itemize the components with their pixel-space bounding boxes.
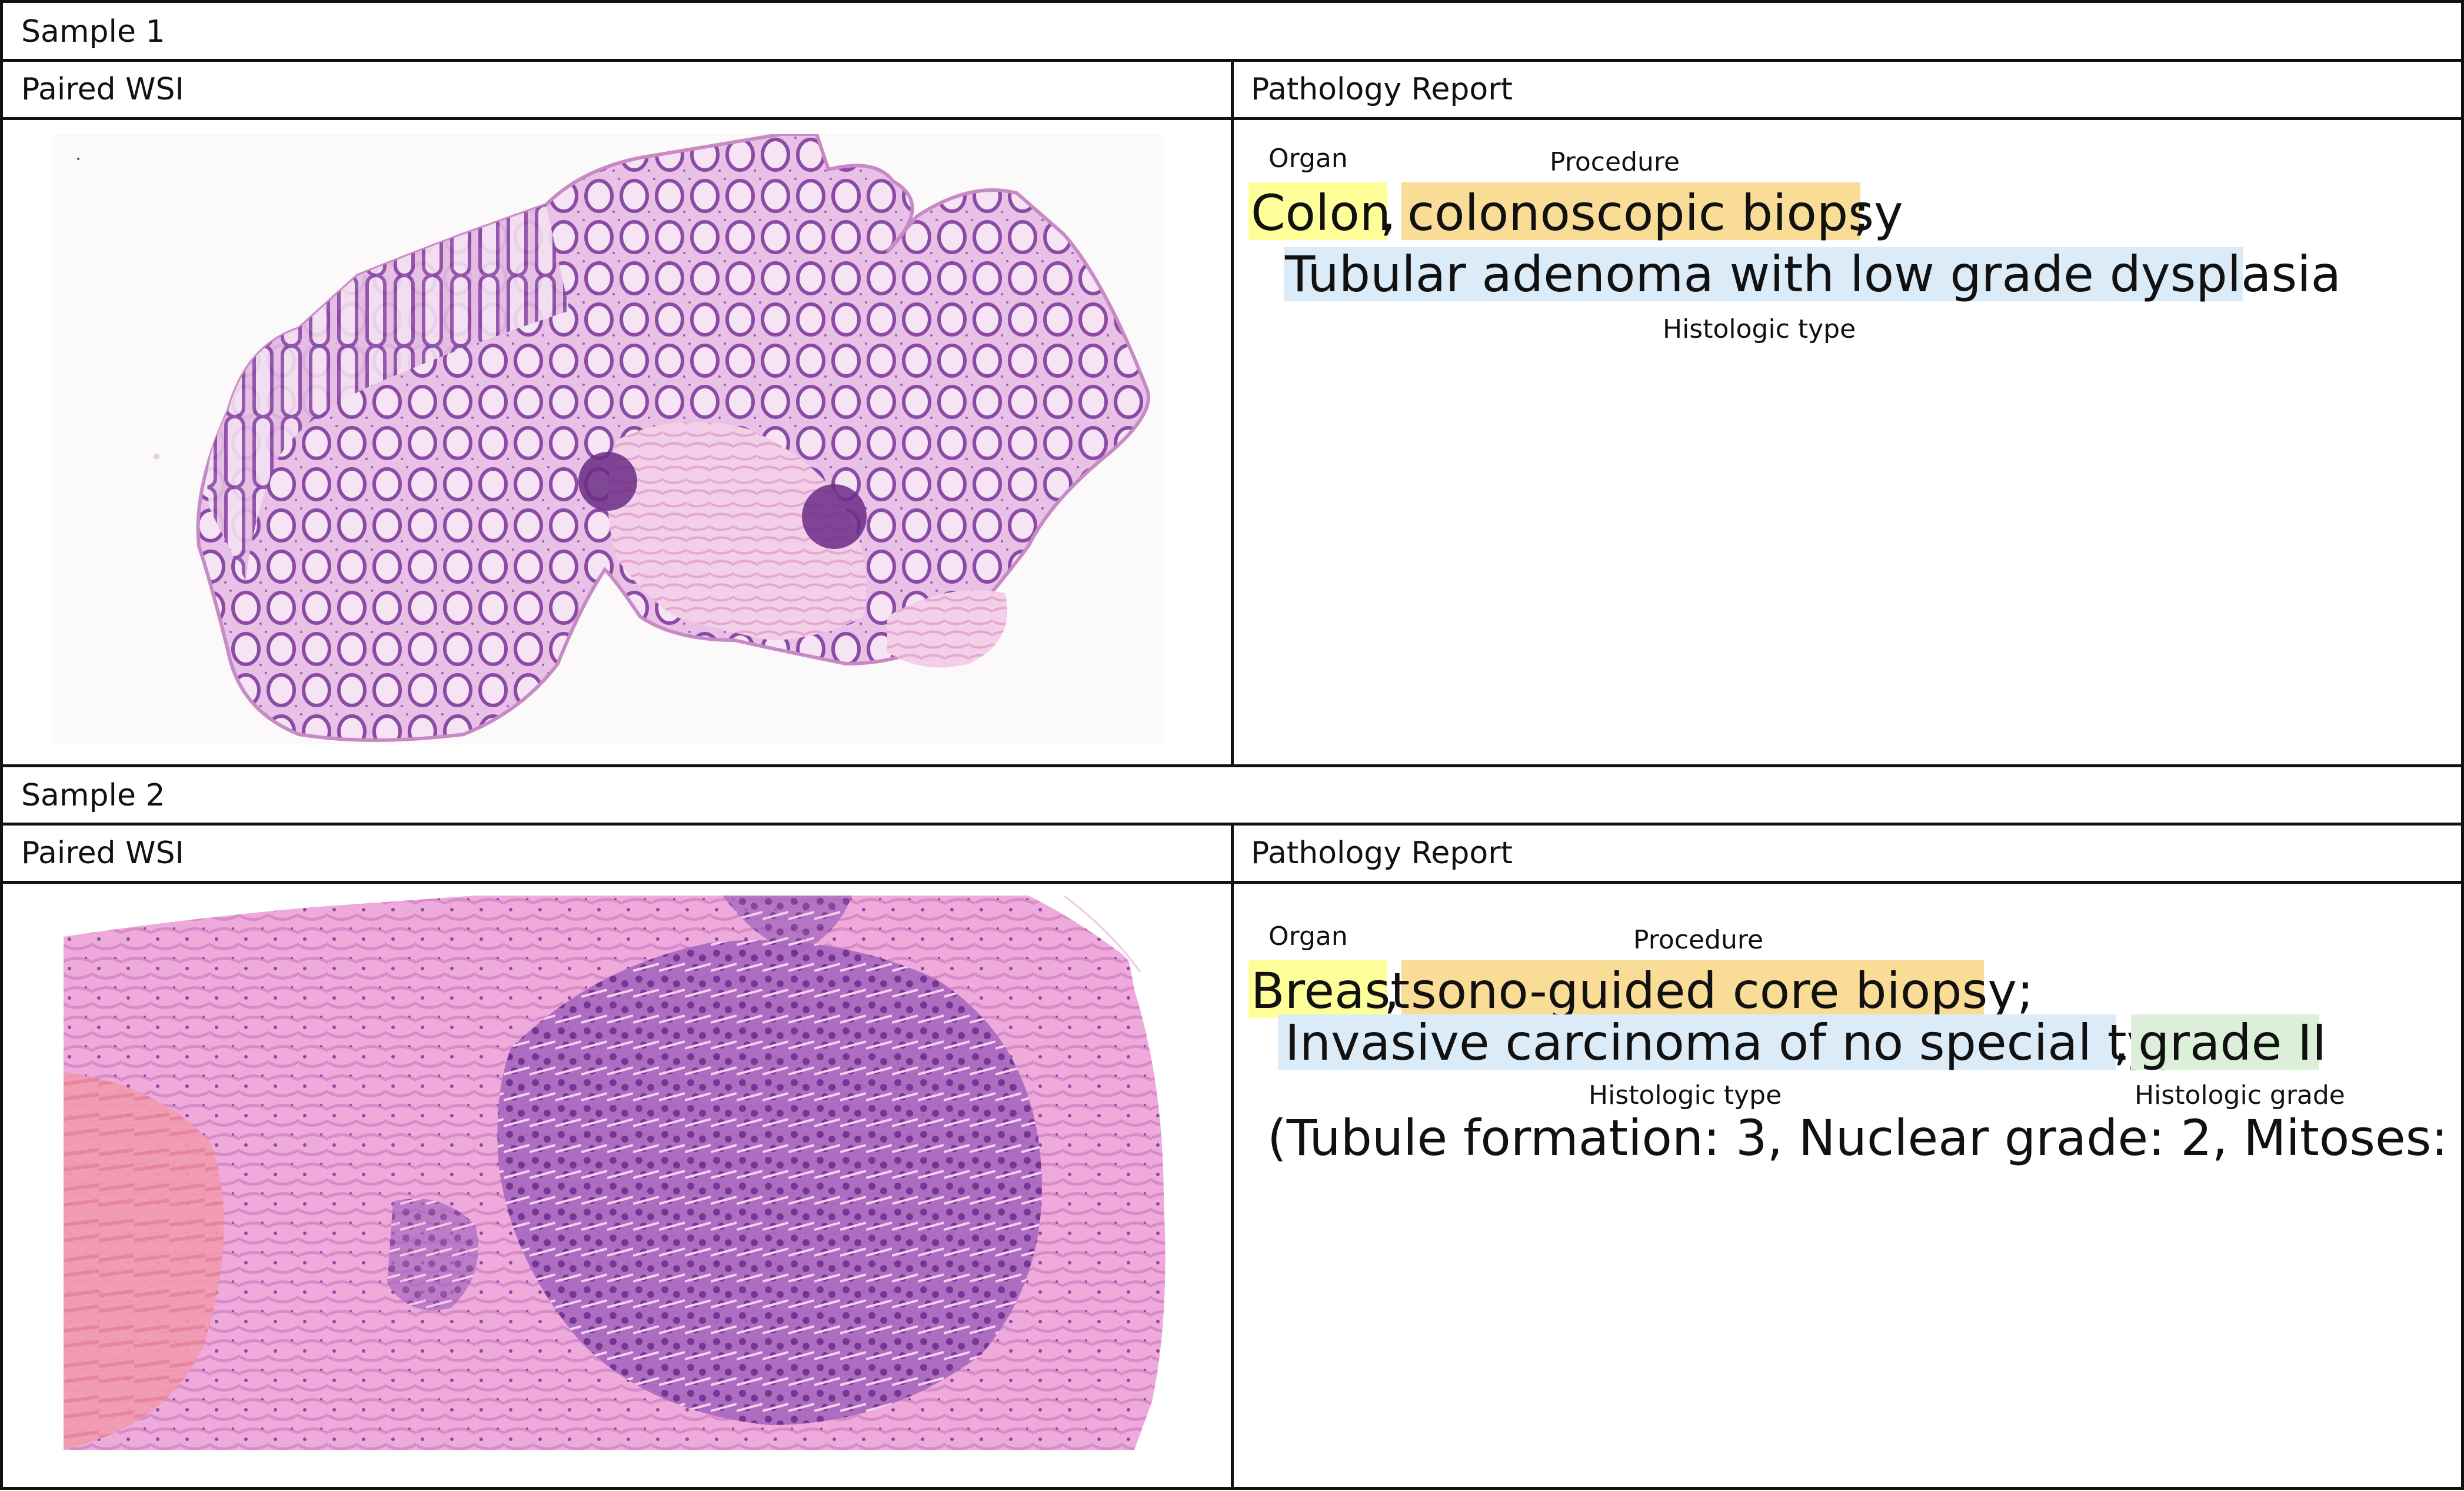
grade-details-text: (Tubule formation: 3, Nuclear grade: 2, … bbox=[1267, 1109, 2464, 1167]
report-header: Pathology Report bbox=[1251, 72, 1513, 107]
histologic-type-label: Histologic type bbox=[1663, 314, 1856, 344]
column-divider bbox=[1231, 59, 1234, 767]
separator-text: , bbox=[2113, 1014, 2129, 1071]
procedure-text: colonoscopic biopsy bbox=[1407, 184, 1903, 242]
separator-text: ; bbox=[1853, 184, 1870, 242]
table-border-right bbox=[2461, 0, 2464, 1490]
figure-table: Sample 1 Paired WSI Pathology Report Org… bbox=[0, 0, 2464, 1491]
table-border-left bbox=[0, 0, 3, 1490]
organ-label: Organ bbox=[1268, 921, 1348, 951]
histologic-grade-text: grade II bbox=[2138, 1014, 2327, 1071]
report-header: Pathology Report bbox=[1251, 836, 1513, 871]
wsi-header: Paired WSI bbox=[21, 72, 184, 107]
histologic-type-label: Histologic type bbox=[1589, 1080, 1782, 1110]
separator-text: , bbox=[1380, 184, 1396, 242]
histologic-type-text: Tubular adenoma with low grade dysplasia bbox=[1285, 245, 2342, 303]
procedure-label: Procedure bbox=[1633, 925, 1764, 955]
separator-text: , bbox=[1384, 962, 1400, 1020]
sample-title: Sample 2 bbox=[21, 778, 165, 813]
procedure-text: sono-guided core biopsy; bbox=[1411, 962, 2034, 1020]
table-border-top bbox=[0, 0, 2464, 3]
wsi-header: Paired WSI bbox=[21, 836, 184, 871]
histologic-type-text: Invasive carcinoma of no special type bbox=[1285, 1014, 2218, 1071]
column-divider bbox=[1231, 823, 1234, 1490]
sample-title: Sample 1 bbox=[21, 14, 165, 49]
organ-text: Colon bbox=[1251, 184, 1391, 242]
colon-wsi-image bbox=[52, 134, 1164, 745]
organ-label: Organ bbox=[1268, 144, 1348, 174]
histologic-grade-label: Histologic grade bbox=[2135, 1080, 2345, 1110]
breast-wsi-image bbox=[64, 896, 1180, 1450]
procedure-label: Procedure bbox=[1550, 147, 1680, 177]
